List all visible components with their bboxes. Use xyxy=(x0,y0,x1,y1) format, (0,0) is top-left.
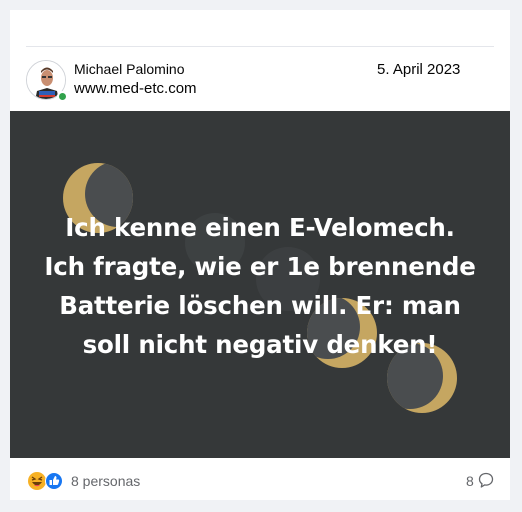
author-website[interactable]: www.med-etc.com xyxy=(74,80,197,97)
post-text-line: Batterie löschen will. Er: man xyxy=(59,291,461,320)
post-text-line: Ich kenne einen E-Velomech. xyxy=(65,213,455,242)
haha-icon xyxy=(28,472,46,490)
post-text-line: soll nicht negativ denken! xyxy=(82,330,438,359)
reactions-summary[interactable] xyxy=(28,471,66,491)
divider xyxy=(26,46,494,47)
post-text-line: Ich fragte, wie er 1e brennende xyxy=(44,252,476,281)
reactions-count[interactable]: 8 personas xyxy=(71,473,140,489)
comment-count[interactable]: 8 xyxy=(466,473,474,489)
post-footer: 8 personas 8 xyxy=(10,462,510,498)
post-image[interactable]: Ich kenne einen E-Velomech. Ich fragte, … xyxy=(10,111,510,458)
post-card: Michael Palomino www.med-etc.com 5. Apri… xyxy=(10,10,510,500)
post-date[interactable]: 5. April 2023 xyxy=(377,61,460,78)
online-status-dot xyxy=(57,91,68,102)
post-header: Michael Palomino www.med-etc.com 5. Apri… xyxy=(10,57,510,109)
author-name[interactable]: Michael Palomino xyxy=(74,61,185,77)
comment-icon[interactable] xyxy=(478,472,494,489)
like-icon xyxy=(45,472,63,490)
post-text: Ich kenne einen E-Velomech. Ich fragte, … xyxy=(10,208,510,364)
